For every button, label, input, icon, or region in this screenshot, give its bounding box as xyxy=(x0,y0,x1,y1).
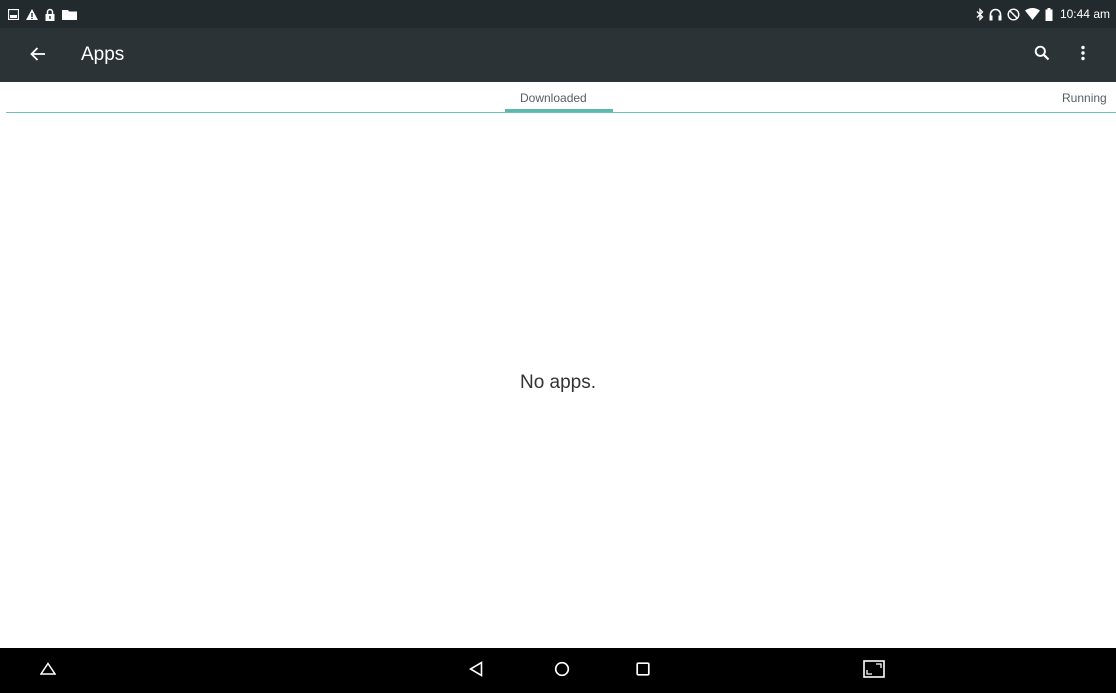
screenshot-icon xyxy=(863,659,885,683)
more-vert-icon xyxy=(1080,45,1086,66)
status-left-icons xyxy=(8,5,77,23)
do-not-disturb-icon xyxy=(1007,7,1020,21)
warning-icon xyxy=(26,8,38,20)
folder-icon xyxy=(62,9,77,20)
headset-icon xyxy=(989,8,1002,21)
status-right-icons: 10:44 am xyxy=(976,5,1110,23)
more-options-button[interactable] xyxy=(1070,42,1096,68)
screenshot-button[interactable] xyxy=(861,658,887,684)
lock-icon xyxy=(45,8,55,21)
tab-running[interactable]: Running xyxy=(1062,91,1107,105)
page-title: Apps xyxy=(81,44,125,65)
tab-bar: Downloaded Running xyxy=(0,82,1116,113)
nav-recents-button[interactable] xyxy=(630,658,656,684)
app-toolbar: Apps xyxy=(0,28,1116,82)
tab-downloaded[interactable]: Downloaded xyxy=(520,91,587,105)
battery-icon xyxy=(1045,7,1053,21)
search-button[interactable] xyxy=(1029,42,1055,68)
nav-up-button[interactable] xyxy=(35,658,61,684)
notification-icon xyxy=(8,8,19,20)
arrow-back-icon xyxy=(30,46,46,66)
nav-up-icon xyxy=(39,662,57,680)
search-icon xyxy=(1034,45,1050,66)
status-bar: 10:44 am xyxy=(0,0,1116,28)
nav-recents-icon xyxy=(636,661,650,681)
navigation-bar xyxy=(0,648,1116,693)
nav-home-icon xyxy=(554,661,570,682)
screen: 10:44 am Apps Downloaded Running No apps… xyxy=(0,0,1116,693)
status-time: 10:44 am xyxy=(1059,7,1110,21)
bluetooth-icon xyxy=(976,7,984,21)
nav-home-button[interactable] xyxy=(549,658,575,684)
nav-back-button[interactable] xyxy=(463,658,489,684)
tab-divider xyxy=(6,112,1116,113)
empty-state-message: No apps. xyxy=(519,372,597,393)
back-button[interactable] xyxy=(24,42,52,70)
wifi-icon xyxy=(1024,8,1040,20)
nav-back-icon xyxy=(468,660,483,682)
